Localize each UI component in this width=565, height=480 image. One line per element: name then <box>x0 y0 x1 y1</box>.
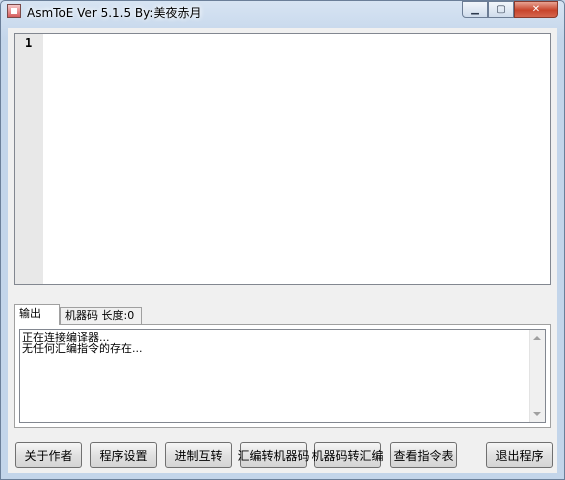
output-log: 正在连接编译器... 无任何汇编指令的存在... <box>22 332 527 354</box>
view-instruction-table-label: 查看指令表 <box>393 448 454 463</box>
exit-program-label: 退出程序 <box>495 448 544 463</box>
machine-code-to-asm-button[interactable]: 机器码转汇编 <box>311 442 384 468</box>
output-textbox[interactable]: 正在连接编译器... 无任何汇编指令的存在... <box>19 329 546 423</box>
action-buttons: 关于作者 程序设置 进制互转 汇编转机器码 机器码转汇编 查看指令表 退出程序 <box>14 442 554 468</box>
scroll-down-arrow-icon[interactable] <box>533 412 541 416</box>
line-number: 1 <box>25 36 33 50</box>
close-button[interactable]: ✕ <box>514 1 558 18</box>
scroll-up-arrow-icon[interactable] <box>533 336 541 340</box>
window-controls: ▁ ▢ ✕ <box>462 1 558 19</box>
line-number-gutter: 1 <box>15 34 43 284</box>
asm-to-machine-code-button[interactable]: 汇编转机器码 <box>237 442 310 468</box>
about-author-button[interactable]: 关于作者 <box>15 442 82 468</box>
view-instruction-table-button[interactable]: 查看指令表 <box>390 442 457 468</box>
tab-machine-code-label: 机器码 长度:0 <box>65 309 135 322</box>
minimize-icon: ▁ <box>471 3 479 15</box>
close-icon: ✕ <box>531 3 541 15</box>
output-line: 无任何汇编指令的存在... <box>22 342 143 355</box>
output-scrollbar[interactable] <box>529 330 545 422</box>
program-settings-button[interactable]: 程序设置 <box>90 442 157 468</box>
maximize-icon: ▢ <box>496 3 506 15</box>
title-bar[interactable]: AsmToE Ver 5.1.5 By:美夜赤月 ▁ ▢ ✕ <box>1 1 564 23</box>
maximize-button[interactable]: ▢ <box>488 1 514 18</box>
output-panel: 正在连接编译器... 无任何汇编指令的存在... <box>14 324 551 428</box>
machine-code-to-asm-label: 机器码转汇编 <box>311 448 384 463</box>
tab-output-label: 输出 <box>19 307 41 320</box>
app-window: AsmToE Ver 5.1.5 By:美夜赤月 ▁ ▢ ✕ 1 输出 机器码 … <box>0 0 565 480</box>
base-convert-label: 进制互转 <box>174 448 223 463</box>
exit-program-button[interactable]: 退出程序 <box>486 442 553 468</box>
asm-to-machine-code-label: 汇编转机器码 <box>237 448 310 463</box>
tab-machine-code[interactable]: 机器码 长度:0 <box>60 307 142 324</box>
output-tabs: 输出 机器码 长度:0 <box>14 304 554 325</box>
about-author-label: 关于作者 <box>24 448 73 463</box>
client-area: 1 输出 机器码 长度:0 正在连接编译器... 无任何汇编指令的存在... 关… <box>8 28 557 473</box>
app-icon[interactable] <box>7 4 21 18</box>
base-convert-button[interactable]: 进制互转 <box>165 442 232 468</box>
minimize-button[interactable]: ▁ <box>462 1 488 18</box>
program-settings-label: 程序设置 <box>99 448 148 463</box>
code-editor[interactable]: 1 <box>14 33 551 285</box>
window-title: AsmToE Ver 5.1.5 By:美夜赤月 <box>27 6 202 20</box>
tab-output[interactable]: 输出 <box>14 304 60 325</box>
